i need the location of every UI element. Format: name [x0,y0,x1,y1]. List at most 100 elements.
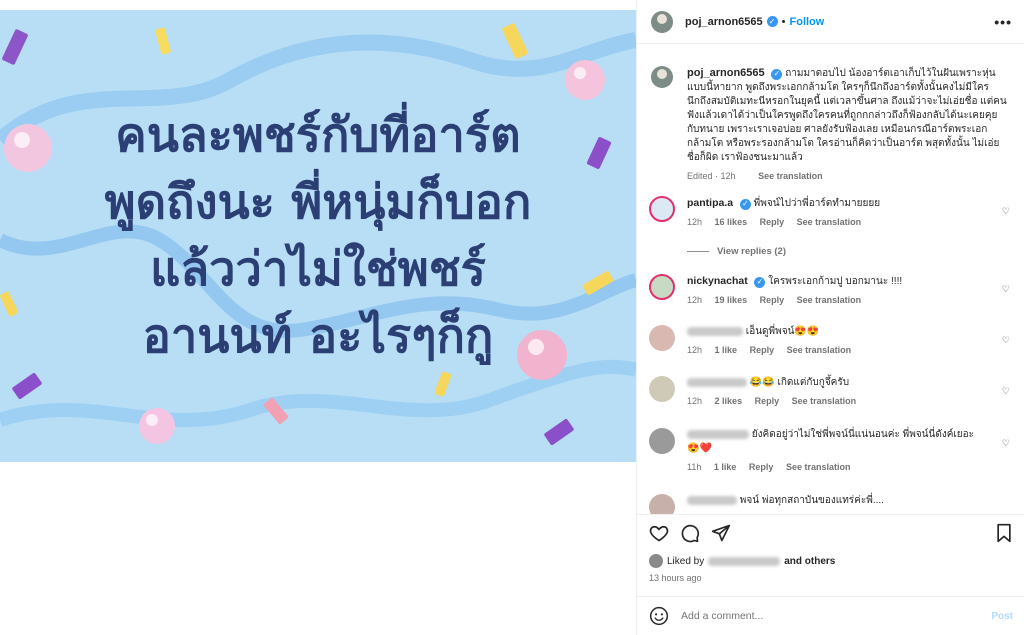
comment-body: เอ็นดูพี่พจน์😍😍 12h 1 like Reply See tra… [687,325,987,357]
blurred-username [687,377,747,387]
comment-avatar[interactable] [649,376,675,402]
comment-icon[interactable] [680,523,700,543]
comment-text: พจน์ พ่อทุกสถาบันของแทร่ค่ะพี่.... [739,495,884,506]
comment-username[interactable]: nickynachat [687,275,748,287]
see-translation-link[interactable]: See translation [786,462,851,472]
post-header: poj_arnon6565 ✓ • Follow ••• [637,0,1024,44]
comment-time: 12h [687,295,703,305]
follow-button[interactable]: Follow [790,16,825,28]
comment-like-heart-icon[interactable]: ♡ [1002,335,1010,346]
comment-username[interactable]: pantipa.a [687,197,733,209]
reply-button[interactable]: Reply [749,462,774,472]
comment-like-heart-icon[interactable]: ♡ [1002,206,1010,217]
comment-likes[interactable]: 19 likes [715,295,748,305]
comment-time: 12h [687,217,703,227]
comment-like-heart-icon[interactable]: ♡ [1002,438,1010,449]
comment-avatar[interactable] [649,428,675,454]
comment-meta: 12h 1 like Reply See translation [687,343,987,357]
post-image-text-line: คนละพชร์กับที่อาร์ต [115,108,521,163]
see-translation-link[interactable]: See translation [797,295,862,305]
comment-time: 12h [687,345,703,355]
comment-text: เอ็นดูพี่พจน์😍😍 [745,326,820,337]
caption-edited: Edited · 12h [687,171,736,181]
comment-item: 😂😂 เกิดแต่กับกูจึ้ครับ 12h 2 likes Reply… [649,376,1014,408]
comment-text: ใครพระเอกก้ามปู บอกมานะ !!!! [768,276,903,287]
add-comment-input[interactable] [681,610,961,622]
separator-dot: • [781,15,786,28]
comment-likes[interactable]: 1 like [714,462,737,472]
comment-time: 11h [687,462,702,472]
comment-body: 😂😂 เกิดแต่กับกูจึ้ครับ 12h 2 likes Reply… [687,376,987,408]
see-translation-link[interactable]: See translation [797,217,862,227]
post-image-text: คนละพชร์กับที่อาร์ต พูดถึงนะ พี่หนุ่มก็บ… [0,102,636,370]
verified-badge-icon: ✓ [754,276,766,288]
post-image[interactable]: คนละพชร์กับที่อาร์ต พูดถึงนะ พี่หนุ่มก็บ… [0,10,636,462]
comment-meta: 12h 19 likes Reply See translation [687,293,987,307]
comment-text: 😂😂 เกิดแต่กับกูจึ้ครับ [749,377,850,388]
see-translation-link[interactable]: See translation [792,396,857,406]
reply-button[interactable]: Reply [750,345,775,355]
emoji-icon[interactable] [649,606,669,626]
comment-item: nickynachat ✓ ใครพระเอกก้ามปู บอกมานะ !!… [649,274,1014,307]
comment-body: ยังคิดอยู่ว่าไม่ใช่พี่พจน์นี่แน่นอนค่ะ พ… [687,428,987,474]
caption-username[interactable]: poj_arnon6565 [687,67,765,79]
comment-likes[interactable]: 2 likes [715,396,743,406]
post-caption: poj_arnon6565 ✓ ถามมาตอบไป น้องอาร์ตเอาเ… [637,66,1021,183]
verified-badge-icon: ✓ [766,16,778,27]
comment-meta: 11h 1 like Reply See translation [687,460,987,474]
see-translation-link[interactable]: See translation [787,345,852,355]
comment-body: pantipa.a ✓ พี่พจน์ไปว่าพี่อาร์ตทำมายยยย… [687,196,987,229]
bookmark-icon[interactable] [995,523,1013,543]
comment-item: เอ็นดูพี่พจน์😍😍 12h 1 like Reply See tra… [649,325,1014,357]
comment-body: nickynachat ✓ ใครพระเอกก้ามปู บอกมานะ !!… [687,274,987,307]
comment-item: พจน์ พ่อทุกสถาบันของแทร่ค่ะพี่.... [649,494,1014,514]
comment-body: พจน์ พ่อทุกสถาบันของแทร่ค่ะพี่.... [687,494,987,514]
caption-time: 12h [720,171,736,181]
blurred-username [687,326,743,336]
blurred-username [687,495,737,505]
add-comment-bar: Post [637,596,1024,635]
edited-label: Edited [687,171,713,181]
comment-like-heart-icon[interactable]: ♡ [1002,284,1010,295]
heart-icon[interactable] [649,523,669,543]
reply-button[interactable]: Reply [755,396,780,406]
post-image-text-line: อานนท์ อะไรๆก็กู [142,309,494,364]
view-replies-button[interactable]: View replies (2) [687,246,786,257]
reply-button[interactable]: Reply [760,217,785,227]
comment-avatar[interactable] [649,325,675,351]
comment-avatar[interactable] [649,494,675,514]
comment-avatar[interactable] [649,196,675,222]
view-replies-label: View replies (2) [717,246,786,257]
comment-text: พี่พจน์ไปว่าพี่อาร์ตทำมายยยย [753,198,881,209]
reply-button[interactable]: Reply [760,295,785,305]
see-translation-link[interactable]: See translation [758,171,823,181]
share-icon[interactable] [711,523,731,543]
comment-time: 12h [687,396,703,406]
comment-item: pantipa.a ✓ พี่พจน์ไปว่าพี่อาร์ตทำมายยยย… [649,196,1014,229]
caption-body: poj_arnon6565 ✓ ถามมาตอบไป น้องอาร์ตเอาเ… [687,66,1007,183]
replies-line [687,251,709,252]
liked-by-avatar [649,554,663,568]
comment-likes[interactable]: 1 like [715,345,738,355]
header-username[interactable]: poj_arnon6565 [685,16,763,28]
verified-badge-icon: ✓ [771,68,783,80]
post-sidebar: poj_arnon6565 ✓ • Follow ••• poj_arnon65… [636,0,1024,635]
liked-by-label: Liked by [667,555,705,567]
comment-like-heart-icon[interactable]: ♡ [1002,386,1010,397]
comment-meta: 12h 16 likes Reply See translation [687,215,987,229]
more-options-icon[interactable]: ••• [994,14,1012,30]
post-image-text-line: พูดถึงนะ พี่หนุ่มก็บอก [104,175,532,230]
comment-meta: 12h 2 likes Reply See translation [687,394,987,408]
blurred-liker-username[interactable] [708,556,781,566]
comments-list[interactable]: poj_arnon6565 ✓ ถามมาตอบไป น้องอาร์ตเอาเ… [637,54,1024,514]
and-others-link[interactable]: and others [784,556,835,567]
avatar[interactable] [651,10,673,33]
comment-item: ยังคิดอยู่ว่าไม่ใช่พี่พจน์นี่แน่นอนค่ะ พ… [649,428,1014,474]
post-actions: Liked by and others 13 hours ago [637,514,1024,596]
post-comment-button[interactable]: Post [991,611,1013,622]
liked-by-row: Liked by and others [649,554,835,568]
blurred-username [687,429,749,439]
caption-avatar[interactable] [651,66,673,88]
comment-avatar[interactable] [649,274,675,300]
comment-likes[interactable]: 16 likes [715,217,748,227]
